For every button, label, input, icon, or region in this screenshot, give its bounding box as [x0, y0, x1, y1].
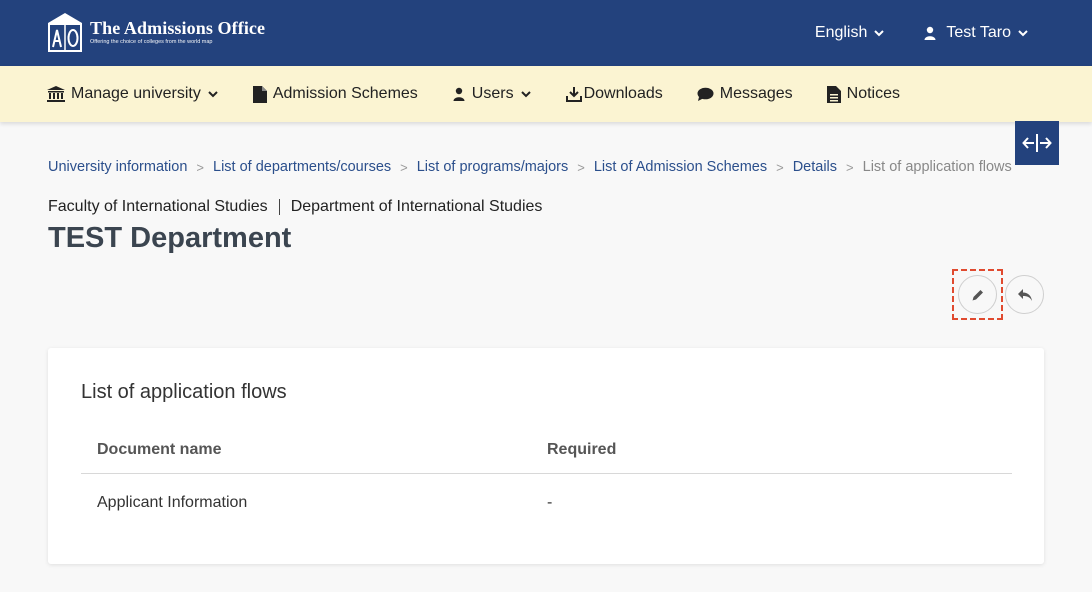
- department-name: Department of International Studies: [290, 198, 543, 215]
- nav-manage-university[interactable]: Manage university: [47, 85, 219, 103]
- user-name: Test Taro: [946, 24, 1011, 41]
- breadcrumb-university-information[interactable]: University information: [48, 159, 187, 175]
- bank-icon: [47, 86, 65, 102]
- breadcrumb-separator: >: [577, 159, 585, 175]
- cell-document-name: Applicant Information: [97, 494, 248, 511]
- expand-width-button[interactable]: [1015, 121, 1059, 165]
- breadcrumb-departments[interactable]: List of departments/courses: [213, 159, 391, 175]
- nav-label: Admission Schemes: [272, 85, 418, 102]
- pencil-icon: [972, 289, 983, 300]
- application-flows-card: List of application flows Document name …: [48, 348, 1044, 564]
- cell-required: -: [547, 494, 553, 511]
- chevron-down-icon: [520, 91, 531, 98]
- nav-notices[interactable]: Notices: [826, 85, 901, 103]
- breadcrumb-separator: >: [196, 159, 205, 175]
- breadcrumb-details[interactable]: Details: [793, 159, 837, 175]
- nav-label: Notices: [846, 85, 901, 102]
- table-row: Applicant Information -: [81, 474, 1012, 532]
- expand-horizontal-icon: [1022, 134, 1052, 152]
- breadcrumb-admission-schemes[interactable]: List of Admission Schemes: [594, 159, 767, 175]
- reply-arrow-icon: [1017, 288, 1032, 301]
- nav-admission-schemes[interactable]: Admission Schemes: [252, 85, 418, 103]
- user-icon: [453, 87, 465, 101]
- table-header-row: Document name Required: [81, 426, 1012, 474]
- user-menu-dropdown[interactable]: Test Taro: [923, 24, 1029, 42]
- column-header-required: Required: [547, 440, 617, 458]
- chevron-down-icon: [1018, 30, 1028, 37]
- faculty-department-line: Faculty of International Studies Departm…: [48, 198, 542, 216]
- language-label: English: [814, 24, 868, 41]
- chevron-down-icon: [874, 30, 885, 37]
- user-icon: [924, 26, 936, 40]
- download-icon: [565, 87, 582, 102]
- language-dropdown[interactable]: English: [815, 24, 885, 42]
- file-icon: [252, 85, 267, 103]
- nav-users[interactable]: Users: [452, 85, 532, 103]
- breadcrumb-separator: >: [400, 159, 408, 175]
- breadcrumb-separator: >: [776, 159, 784, 175]
- logo-mark-icon: [47, 12, 83, 52]
- nav-label: Downloads: [583, 85, 663, 102]
- breadcrumb: University information > List of departm…: [48, 159, 1012, 175]
- card-title: List of application flows: [81, 381, 287, 403]
- page-title: TEST Department: [48, 222, 292, 254]
- top-header: The Admissions Office Offering the choic…: [0, 0, 1092, 66]
- nav-label: Users: [471, 85, 514, 102]
- column-header-document-name: Document name: [97, 440, 222, 458]
- breadcrumb-current: List of application flows: [862, 159, 1012, 175]
- document-icon: [826, 85, 841, 103]
- divider: [278, 199, 280, 215]
- nav-label: Manage university: [71, 85, 201, 102]
- application-flows-table: Document name Required Applicant Informa…: [81, 426, 1012, 532]
- faculty-name: Faculty of International Studies: [48, 198, 268, 215]
- breadcrumb-programs[interactable]: List of programs/majors: [417, 159, 569, 175]
- back-button[interactable]: [1005, 275, 1044, 314]
- chevron-down-icon: [208, 91, 218, 98]
- breadcrumb-separator: >: [846, 159, 854, 175]
- logo[interactable]: The Admissions Office Offering the choic…: [47, 12, 265, 52]
- logo-title: The Admissions Office: [90, 18, 266, 38]
- main-nav: Manage university Admission Schemes User…: [0, 66, 1092, 122]
- logo-tagline: Offering the choice of colleges from the…: [90, 39, 213, 45]
- edit-button[interactable]: [958, 275, 997, 314]
- nav-label: Messages: [719, 85, 793, 102]
- nav-downloads[interactable]: Downloads: [565, 85, 663, 103]
- chat-icon: [697, 87, 714, 101]
- nav-messages[interactable]: Messages: [697, 85, 793, 103]
